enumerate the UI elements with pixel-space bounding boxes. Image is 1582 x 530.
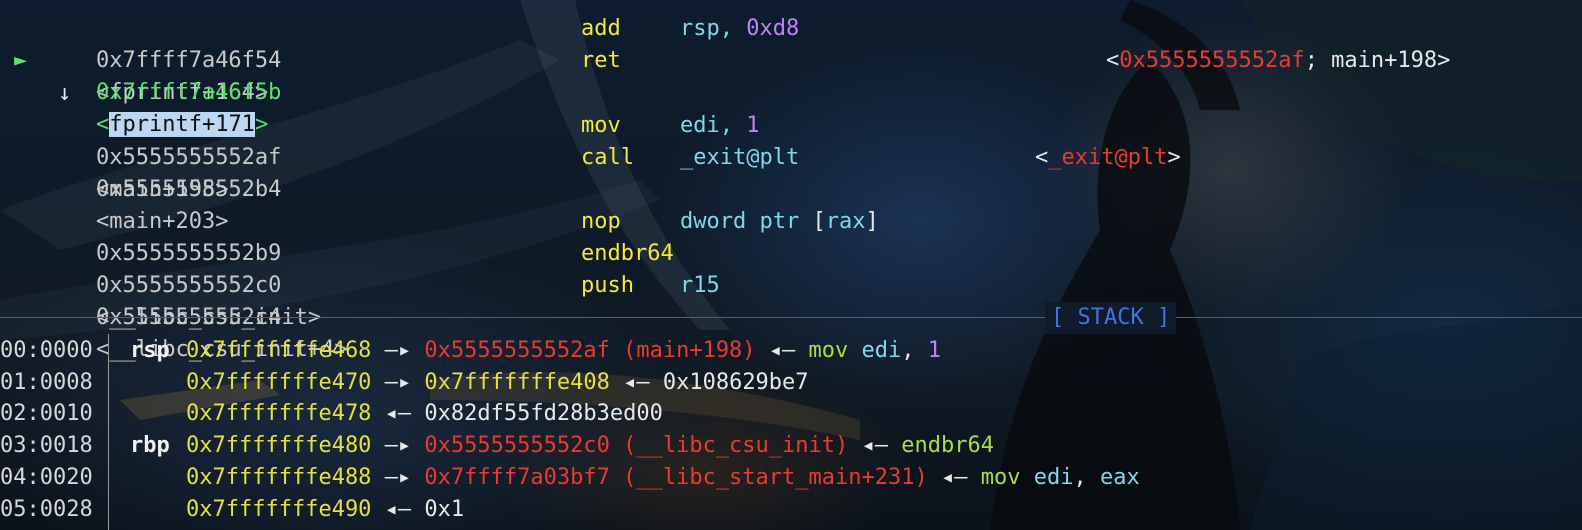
operand: 0xd8 <box>746 16 800 41</box>
stack-register-label: rsp <box>130 338 170 363</box>
current-instruction-marker: ► <box>14 45 27 77</box>
comment-part: > <box>1167 145 1181 170</box>
disasm-row[interactable]: 0x5555555552c0 <__libc_csu_init> <box>43 238 321 330</box>
stack-chain-part: —▸ <box>371 338 425 363</box>
instruction-address: 0x5555555552b4 <box>95 177 282 202</box>
comment-part: 0x5555555552af <box>1119 48 1305 73</box>
operand: rsp, <box>680 16 747 41</box>
disasm-row[interactable]: 0x5555555552b4 <main+203> <box>43 142 281 234</box>
operand: rax <box>825 209 866 234</box>
operand: edi, <box>680 113 747 138</box>
stack-chain-part: ◂— <box>755 338 809 363</box>
stack-offset-separator <box>108 334 109 530</box>
stack-row[interactable]: 0x7fffffffe470 —▸ 0x7fffffffe408 ◂— 0x10… <box>186 367 809 399</box>
stack-chain-part: ◂— <box>609 370 663 395</box>
stack-section-title: [ STACK ] <box>1045 302 1177 334</box>
instruction-mnemonic: add <box>581 16 621 41</box>
stack-chain-part: ◂— <box>371 497 425 522</box>
stack-row[interactable]: 0x7fffffffe488 —▸ 0x7ffff7a03bf7 (__libc… <box>186 462 1140 494</box>
stack-chain-part: 0x7fffffffe470 <box>186 370 372 395</box>
operand: dword ptr <box>680 209 813 234</box>
instruction-comment: <0x5555555552af; main+198> <box>1106 45 1450 77</box>
stack-chain-part: —▸ <box>371 370 425 395</box>
stack-chain-part: ◂— <box>927 465 981 490</box>
comment-part: _exit@plt <box>1048 145 1168 170</box>
disasm-row[interactable]: 0x5555555552c4 <__libc_csu_init+4> <box>43 270 348 362</box>
instruction-mnemonic: push <box>581 273 634 298</box>
stack-chain-part: edi <box>1033 465 1074 490</box>
stack-register-label: rbp <box>130 433 170 458</box>
stack-chain-part: ◂— <box>848 433 902 458</box>
comment-part: < <box>1106 48 1120 73</box>
play-arrow-icon: ► <box>14 48 28 73</box>
stack-chain-part: 0x5555555552af (main+198) <box>424 338 756 363</box>
stack-offset: 01:0008 <box>0 370 93 395</box>
stack-row[interactable]: 0x7fffffffe490 ◂— 0x1 <box>186 494 464 526</box>
disasm-row[interactable]: 0x5555555552af <main+198> <box>43 110 281 202</box>
instruction-comment: <_exit@plt> <box>1035 142 1181 174</box>
stack-row[interactable]: 0x7fffffffe480 —▸ 0x5555555552c0 (__libc… <box>186 430 994 462</box>
stack-chain-part: 0x7fffffffe408 <box>424 370 610 395</box>
down-arrow-icon: ↓ <box>58 81 72 106</box>
stack-chain-part: 0x7ffff7a03bf7 (__libc_start_main+231) <box>424 465 928 490</box>
stack-chain-part: 0x7fffffffe490 <box>186 497 372 522</box>
stack-chain-part: 0x7fffffffe468 <box>186 338 372 363</box>
instruction-operands: dword ptr [rax] <box>680 206 879 238</box>
operand: [ <box>812 209 826 234</box>
stack-chain-part: 1 <box>927 338 942 363</box>
stack-chain-part: mov <box>808 338 862 363</box>
stack-offset: 02:0010 <box>0 401 93 426</box>
stack-chain-part: edi <box>861 338 902 363</box>
instruction-mnemonic: mov <box>581 113 621 138</box>
stack-chain-part: 0x1 <box>424 497 465 522</box>
stack-chain-part: 0x5555555552c0 (__libc_csu_init) <box>424 433 849 458</box>
stack-chain-part: 0x7fffffffe488 <box>186 465 372 490</box>
stack-offset: 00:0000 <box>0 338 93 363</box>
stack-chain-part: eax <box>1099 465 1140 490</box>
instruction-mnemonic: nop <box>581 209 621 234</box>
instruction-operands: r15 <box>680 273 720 298</box>
comment-part: ; main+198> <box>1304 48 1451 73</box>
stack-chain-part: mov <box>980 465 1034 490</box>
instruction-mnemonic: endbr64 <box>581 241 674 266</box>
operand: ] <box>865 209 879 234</box>
stack-offset: 03:0018 <box>0 433 93 458</box>
instruction-operands: edi, 1 <box>680 110 759 142</box>
stack-row[interactable]: 0x7fffffffe478 ◂— 0x82df55fd28b3ed00 <box>186 398 663 430</box>
instruction-mnemonic: call <box>581 145 634 170</box>
stack-chain-part: 0x7fffffffe480 <box>186 433 372 458</box>
stack-chain-part: —▸ <box>371 465 425 490</box>
stack-chain-part: 0x7fffffffe478 <box>186 401 372 426</box>
operand: 1 <box>746 113 760 138</box>
instruction-address: 0x7ffff7a46f5b <box>95 80 282 105</box>
stack-chain-part: 0x108629be7 <box>662 370 809 395</box>
stack-offset: 05:0028 <box>0 497 93 522</box>
stack-chain-part: —▸ <box>371 433 425 458</box>
comment-part: < <box>1035 145 1049 170</box>
disasm-row[interactable]: 0x7ffff7a46f54 <fprintf+164> <box>43 13 281 105</box>
stack-chain-part: endbr64 <box>901 433 994 458</box>
stack-section-divider <box>0 317 1582 318</box>
instruction-mnemonic: ret <box>581 48 621 73</box>
disasm-row[interactable]: 0x5555555552b9 <box>43 206 281 266</box>
stack-chain-part: ◂— <box>371 401 425 426</box>
stack-row[interactable]: 0x7fffffffe468 —▸ 0x5555555552af (main+1… <box>186 335 941 367</box>
disasm-row-current[interactable]: 0x7ffff7a46f5b <fprintf+171> <box>43 45 281 137</box>
instruction-operands: rsp, 0xd8 <box>680 13 799 45</box>
stack-offset: 04:0020 <box>0 465 93 490</box>
stack-chain-part: , <box>1073 465 1100 490</box>
stack-chain-part: , <box>901 338 928 363</box>
stack-chain-part: 0x82df55fd28b3ed00 <box>424 401 663 426</box>
instruction-operands: _exit@plt <box>680 145 800 170</box>
